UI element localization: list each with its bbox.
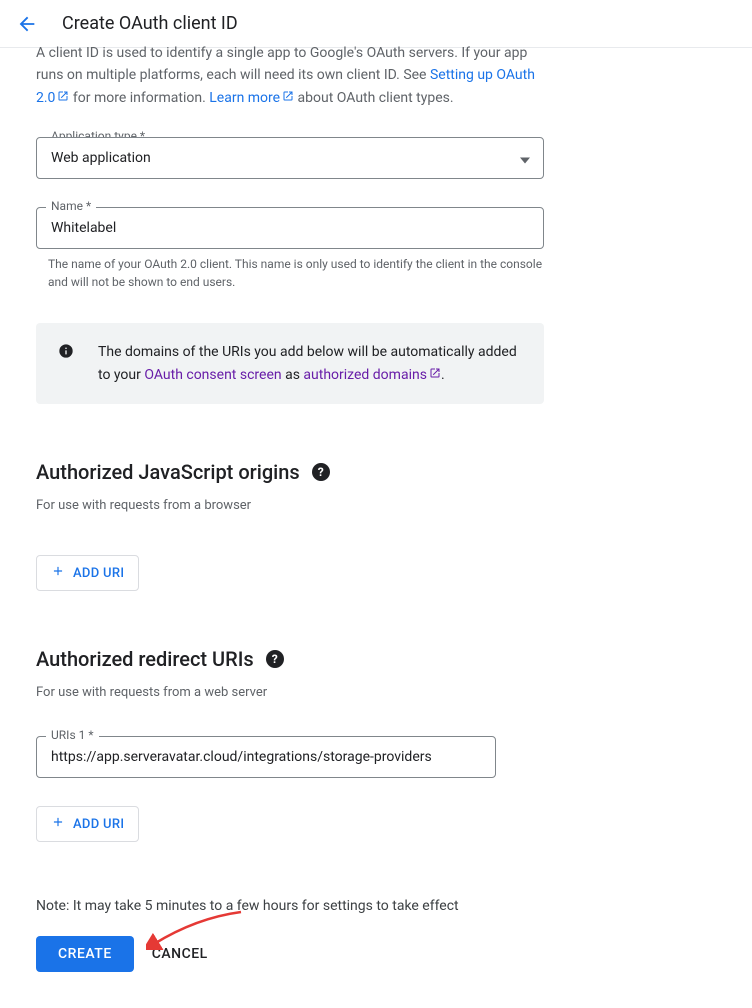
page-title: Create OAuth client ID xyxy=(62,13,238,34)
cancel-button[interactable]: CANCEL xyxy=(152,946,208,962)
external-link-icon xyxy=(429,364,441,386)
authorized-domains-link[interactable]: authorized domains xyxy=(303,367,441,383)
info-box-content: The domains of the URIs you add below wi… xyxy=(98,341,522,386)
add-uri-label: ADD URI xyxy=(73,817,124,832)
add-uri-label: ADD URI xyxy=(73,566,124,581)
name-input[interactable] xyxy=(36,207,544,249)
name-helper-text: The name of your OAuth 2.0 client. This … xyxy=(36,255,544,291)
external-link-icon xyxy=(57,87,69,109)
name-field: Name * xyxy=(36,207,544,249)
uri-1-label: URIs 1 * xyxy=(46,728,99,742)
js-origins-section: Authorized JavaScript origins ? For use … xyxy=(36,460,544,591)
info-icon xyxy=(58,343,74,386)
domains-info-box: The domains of the URIs you add below wi… xyxy=(36,323,544,404)
create-button[interactable]: CREATE xyxy=(36,936,134,972)
learn-more-link[interactable]: Learn more xyxy=(209,90,294,106)
help-icon[interactable]: ? xyxy=(266,650,284,668)
uri-1-input[interactable] xyxy=(36,736,496,778)
js-origins-subtitle: For use with requests from a browser xyxy=(36,498,544,513)
action-buttons: CREATE CANCEL xyxy=(36,936,544,972)
add-redirect-uri-button[interactable]: ADD URI xyxy=(36,806,139,842)
redirect-uris-title: Authorized redirect URIs xyxy=(36,647,254,671)
external-link-icon xyxy=(282,87,294,109)
redirect-uris-subtitle: For use with requests from a web server xyxy=(36,685,544,700)
page-header: Create OAuth client ID xyxy=(0,0,752,48)
info-text-2: as xyxy=(282,367,304,383)
intro-paragraph: A client ID is used to identify a single… xyxy=(36,42,544,109)
intro-text-2: for more information. xyxy=(69,90,209,106)
plus-icon xyxy=(51,564,65,582)
note-text: Note: It may take 5 minutes to a few hou… xyxy=(36,898,544,914)
redirect-uris-section: Authorized redirect URIs ? For use with … xyxy=(36,647,544,842)
uri-1-field: URIs 1 * xyxy=(36,736,496,778)
plus-icon xyxy=(51,815,65,833)
name-label: Name * xyxy=(46,199,96,213)
info-text-3: . xyxy=(441,367,445,383)
oauth-consent-link[interactable]: OAuth consent screen xyxy=(144,367,281,383)
application-type-field: Application type * Web application xyxy=(36,137,544,179)
add-js-uri-button[interactable]: ADD URI xyxy=(36,555,139,591)
application-type-select[interactable]: Web application xyxy=(36,137,544,179)
note-row: Note: It may take 5 minutes to a few hou… xyxy=(36,898,544,914)
back-arrow-icon[interactable] xyxy=(16,13,38,35)
help-icon[interactable]: ? xyxy=(312,463,330,481)
intro-text-3: about OAuth client types. xyxy=(294,90,453,106)
js-origins-title: Authorized JavaScript origins xyxy=(36,460,300,484)
